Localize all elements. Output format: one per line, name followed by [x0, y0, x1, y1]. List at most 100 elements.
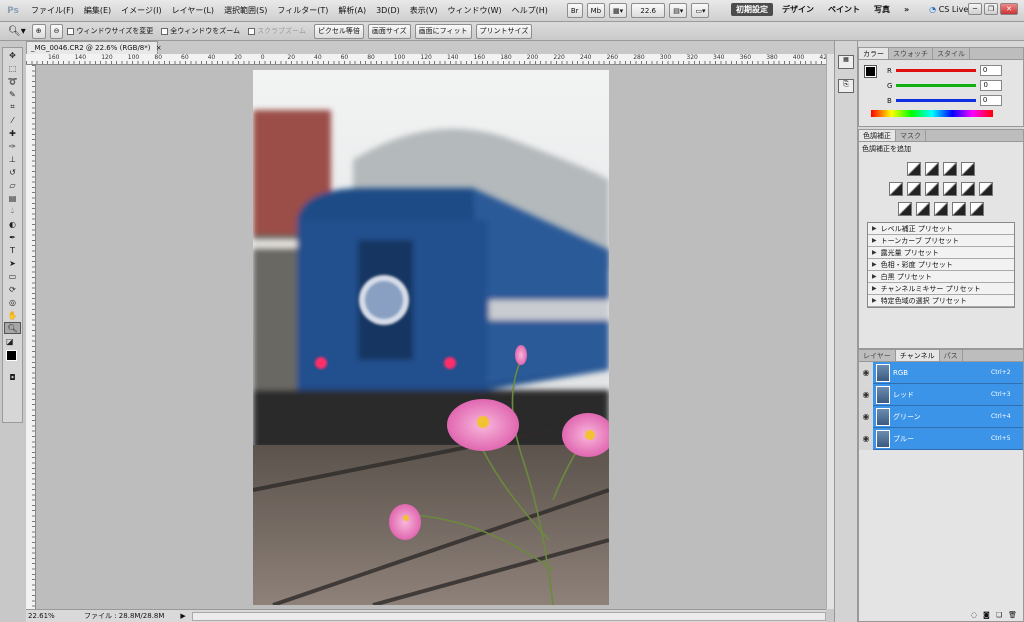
curves-icon[interactable] [943, 162, 957, 176]
close-window-button[interactable]: ✕ [1000, 3, 1018, 15]
hand-tool-icon[interactable]: ✋ [4, 309, 21, 321]
menu-edit[interactable]: 編集(E) [79, 5, 116, 16]
menu-window[interactable]: ウィンドウ(W) [442, 5, 506, 16]
value-r[interactable]: 0 [979, 65, 1002, 76]
screen-mode-button[interactable]: ▭▾ [691, 3, 710, 18]
preset-exposure[interactable]: ▶ 露光量 プリセット [868, 247, 1014, 259]
document-close-icon[interactable]: × [156, 44, 162, 52]
slider-b[interactable]: B0 [859, 93, 1023, 108]
new-channel-icon[interactable]: ❏ [996, 611, 1002, 619]
shape-tool-icon[interactable]: ▭ [4, 270, 21, 282]
status-zoom[interactable]: 22.61% [26, 612, 66, 620]
delete-channel-icon[interactable]: 🗑︎ [1008, 611, 1017, 619]
clone-stamp-tool-icon[interactable]: ⊥ [4, 153, 21, 165]
gradient-tool-icon[interactable]: ▤ [4, 192, 21, 204]
eraser-tool-icon[interactable]: ▱ [4, 179, 21, 191]
marquee-tool-icon[interactable]: ⬚ [4, 62, 21, 74]
invert-icon[interactable] [898, 202, 912, 216]
arrange-docs-button[interactable]: ▤▾ [669, 3, 688, 18]
mini-bridge-panel-icon[interactable]: ▦ [838, 55, 854, 69]
document-tab[interactable]: _MG_0046.CR2 @ 22.6% (RGB/8*) × [26, 41, 162, 54]
workspace-photo[interactable]: 写真 [869, 3, 895, 16]
tab-adjustments[interactable]: 色調補正 [859, 130, 896, 141]
color-spectrum-bar[interactable] [871, 110, 993, 117]
tab-masks[interactable]: マスク [896, 130, 926, 141]
photo-filter-icon[interactable] [961, 182, 975, 196]
quick-mask-icon[interactable]: ◘ [4, 371, 21, 383]
resize-windows-checkbox[interactable]: ウィンドウサイズを変更 [67, 26, 153, 36]
color-swatches[interactable] [3, 348, 22, 370]
document-photo[interactable] [253, 70, 609, 605]
track-r[interactable] [895, 69, 976, 72]
workspace-paint[interactable]: ペイント [823, 3, 865, 16]
vibrance-icon[interactable] [889, 182, 903, 196]
visibility-eye-icon[interactable]: ◉ [859, 383, 873, 406]
slider-r[interactable]: R0 [859, 63, 1023, 78]
move-tool-icon[interactable]: ✥ [4, 49, 21, 61]
vertical-scrollbar[interactable] [826, 54, 834, 609]
tab-layers[interactable]: レイヤー [859, 350, 896, 361]
menu-help[interactable]: ヘルプ(H) [507, 5, 553, 16]
print-size-button[interactable]: プリントサイズ [475, 23, 533, 39]
crop-tool-icon[interactable]: ⌗ [4, 101, 21, 113]
3d-orbit-tool-icon[interactable]: ◎ [4, 296, 21, 308]
exposure-icon[interactable] [961, 162, 975, 176]
preset-levels[interactable]: ▶ レベル補正 プリセット [868, 223, 1014, 235]
tab-swatches[interactable]: スウォッチ [889, 48, 933, 59]
menu-analysis[interactable]: 解析(A) [333, 5, 371, 16]
menu-image[interactable]: イメージ(I) [116, 5, 166, 16]
horizontal-scrollbar[interactable] [191, 611, 826, 621]
slider-g[interactable]: G0 [859, 78, 1023, 93]
type-tool-icon[interactable]: T [4, 244, 21, 256]
menu-select[interactable]: 選択範囲(S) [219, 5, 272, 16]
blur-tool-icon[interactable]: 💧︎ [4, 205, 21, 217]
tab-channels[interactable]: チャンネル [895, 350, 940, 361]
visibility-eye-icon[interactable]: ◉ [859, 427, 873, 450]
tab-paths[interactable]: パス [940, 350, 963, 361]
zoom-in-button[interactable]: ⊕ [31, 23, 46, 39]
zoom-level-field[interactable]: 22.6 [631, 3, 666, 18]
workspace-essentials[interactable]: 初期設定 [731, 3, 773, 16]
foreground-color-swatch[interactable] [6, 350, 17, 361]
channel-row-rgb[interactable]: ◉ RGB Ctrl+2 [859, 361, 1023, 384]
lasso-tool-icon[interactable]: ➰ [4, 75, 21, 87]
preset-curves[interactable]: ▶ トーンカーブ プリセット [868, 235, 1014, 247]
fg-color-chip[interactable] [864, 65, 877, 78]
visibility-eye-icon[interactable]: ◉ [859, 361, 873, 384]
history-panel-icon[interactable]: ⎘ [838, 79, 854, 93]
channel-row-blue[interactable]: ◉ ブルー Ctrl+5 [859, 427, 1023, 450]
3d-rotate-tool-icon[interactable]: ⟳ [4, 283, 21, 295]
zoom-all-windows-checkbox[interactable]: 全ウィンドウをズーム [161, 26, 240, 36]
pen-tool-icon[interactable]: ✒ [4, 231, 21, 243]
menu-layer[interactable]: レイヤー(L) [167, 5, 219, 16]
preset-bw[interactable]: ▶ 白黒 プリセット [868, 271, 1014, 283]
menu-view[interactable]: 表示(V) [405, 5, 443, 16]
color-balance-icon[interactable] [925, 182, 939, 196]
channel-mixer-icon[interactable] [979, 182, 993, 196]
preset-channel-mixer[interactable]: ▶ チャンネルミキサー プリセット [868, 283, 1014, 295]
zoom-out-button[interactable]: ⊖ [49, 23, 64, 39]
channel-row-green[interactable]: ◉ グリーン Ctrl+4 [859, 405, 1023, 428]
gradient-map-icon[interactable] [952, 202, 966, 216]
view-extras-button[interactable]: ▦▾ [609, 3, 628, 18]
workspace-more[interactable]: » [899, 4, 914, 15]
preset-selective-color[interactable]: ▶ 特定色域の選択 プリセット [868, 295, 1014, 307]
default-colors-icon[interactable]: ◪ [4, 335, 21, 347]
posterize-icon[interactable] [916, 202, 930, 216]
value-g[interactable]: 0 [980, 80, 1003, 91]
load-selection-icon[interactable]: ◌ [971, 611, 977, 619]
save-selection-icon[interactable]: ◙ [983, 611, 990, 619]
value-b[interactable]: 0 [979, 95, 1002, 106]
zoom-tool-icon[interactable]: 🔍︎▾ [8, 26, 26, 37]
selective-color-icon[interactable] [970, 202, 984, 216]
restore-button[interactable]: ❐ [984, 3, 998, 15]
channel-row-red[interactable]: ◉ レッド Ctrl+3 [859, 383, 1023, 406]
workspace-design[interactable]: デザイン [777, 3, 819, 16]
status-menu-arrow-icon[interactable]: ▶ [180, 612, 185, 620]
menu-file[interactable]: ファイル(F) [26, 5, 79, 16]
bridge-button[interactable]: Br [566, 3, 583, 18]
threshold-icon[interactable] [934, 202, 948, 216]
fill-screen-button[interactable]: 画面にフィット [414, 23, 472, 39]
preset-hue-sat[interactable]: ▶ 色相・彩度 プリセット [868, 259, 1014, 271]
actual-pixels-button[interactable]: ピクセル等倍 [313, 23, 364, 39]
